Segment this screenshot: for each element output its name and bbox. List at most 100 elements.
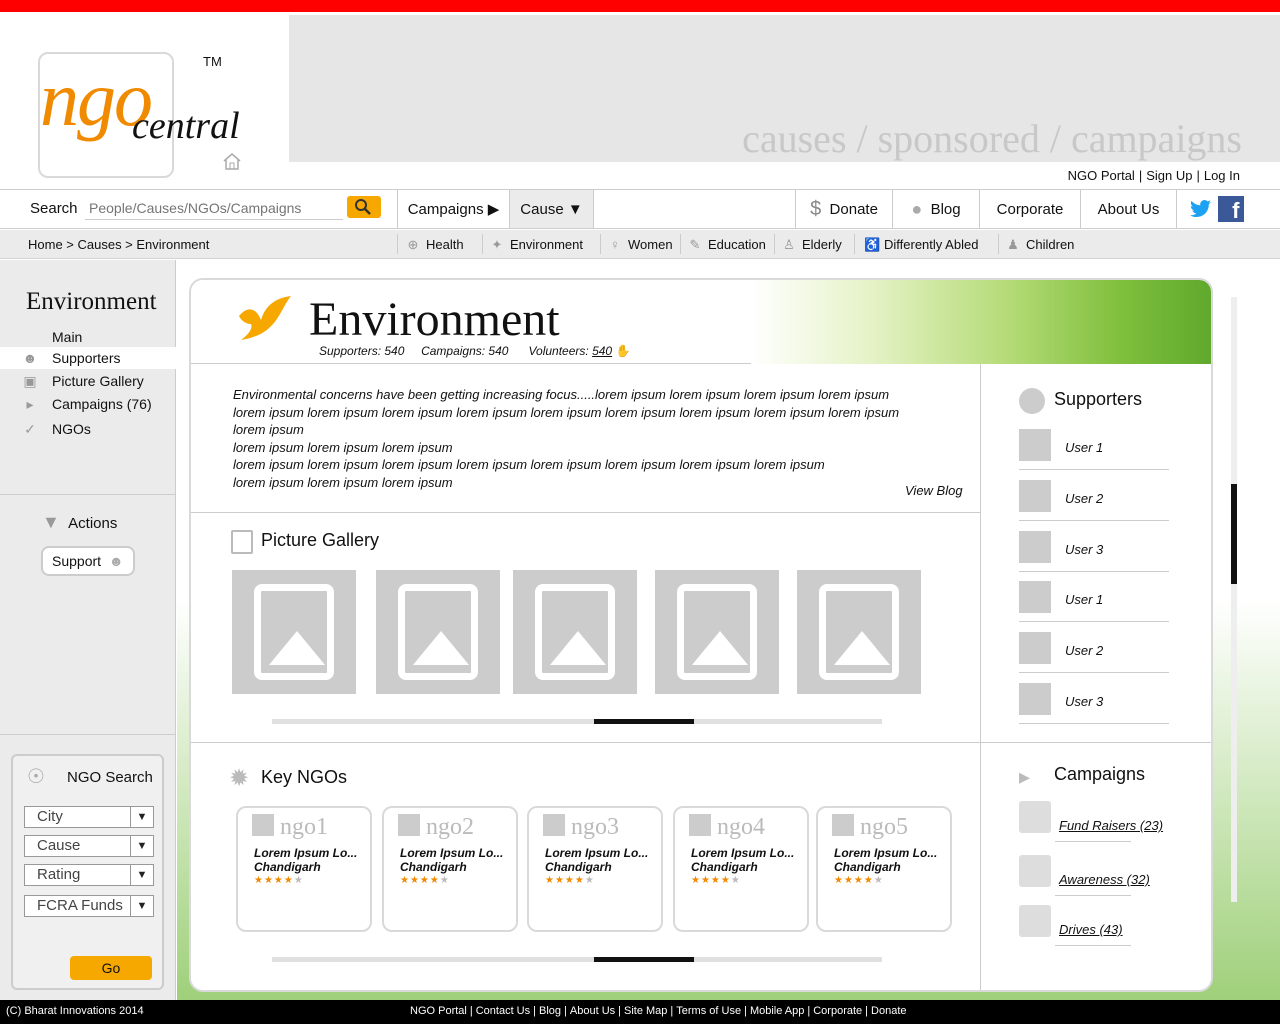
ngo-desc: Lorem Ipsum Lo...	[691, 846, 795, 860]
gallery-thumbnail[interactable]	[513, 570, 637, 694]
category-label: Elderly	[802, 237, 842, 252]
search-input[interactable]	[85, 196, 343, 220]
category-label: Health	[426, 237, 464, 252]
ngo-city: Chandigarh	[691, 860, 758, 874]
cause-dropdown[interactable]: Cause	[24, 835, 154, 857]
ngo-card[interactable]: ngo3 Lorem Ipsum Lo... Chandigarh ★★★★★	[527, 806, 663, 932]
view-blog-link[interactable]: View Blog	[905, 483, 963, 498]
support-label: Support	[52, 553, 102, 569]
footer-link[interactable]: Blog	[536, 1005, 564, 1017]
gallery-thumbnail[interactable]	[232, 570, 356, 694]
nav-blog-label: Blog	[930, 200, 961, 218]
ngo-scroll-thumb[interactable]	[594, 957, 694, 962]
supporter-item[interactable]: User 1	[1019, 420, 1169, 470]
nav-about[interactable]: About Us	[1080, 190, 1176, 228]
piggy-bank-icon	[1019, 801, 1051, 833]
footer-link[interactable]: Terms of Use	[673, 1005, 744, 1017]
gallery-scroll-thumb[interactable]	[594, 719, 694, 724]
category-education[interactable]: ✎ Education	[688, 230, 766, 259]
ngo-scrollbar[interactable]	[272, 957, 882, 962]
rating-dropdown[interactable]: Rating	[24, 864, 154, 886]
gallery-thumbnail[interactable]	[655, 570, 779, 694]
gallery-thumbnail[interactable]	[376, 570, 500, 694]
avatar	[1019, 683, 1051, 715]
category-differently-abled[interactable]: ♿ Differently Abled	[864, 230, 978, 259]
sidebar-item-campaigns[interactable]: ▸ Campaigns (76)	[0, 393, 176, 415]
twitter-icon[interactable]	[1189, 199, 1212, 219]
ngo-card-header: ngo2	[398, 814, 474, 841]
description-line: lorem ipsum lorem ipsum lorem ipsum lore…	[233, 457, 825, 472]
gallery-scrollbar[interactable]	[272, 719, 882, 724]
supporter-item[interactable]: User 3	[1019, 674, 1169, 724]
nav-corporate[interactable]: Corporate	[979, 190, 1080, 228]
campaign-link[interactable]: Drives (43)	[1059, 922, 1123, 937]
home-icon[interactable]	[222, 152, 242, 170]
pencil-icon: ✎	[689, 236, 701, 252]
footer-link[interactable]: Corporate	[810, 1005, 865, 1017]
supporter-name: User 3	[1065, 694, 1104, 709]
image-placeholder-icon	[677, 584, 757, 680]
ngo-portal-link[interactable]: NGO Portal	[1064, 168, 1139, 183]
breadcrumb[interactable]: Home > Causes > Environment	[28, 237, 209, 252]
bird-icon	[239, 296, 291, 340]
city-dropdown[interactable]: City	[24, 806, 154, 828]
ngo-city: Chandigarh	[834, 860, 901, 874]
ngo-card[interactable]: ngo1 Lorem Ipsum Lo... Chandigarh ★★★★★	[236, 806, 372, 932]
gallery-thumbnail[interactable]	[797, 570, 921, 694]
page-scroll-thumb[interactable]	[1231, 484, 1237, 584]
actions-toggle[interactable]: ▼ Actions	[42, 512, 117, 533]
support-button[interactable]: Support ☻	[41, 546, 135, 576]
ngo-card-header: ngo4	[689, 814, 765, 841]
category-elderly[interactable]: ♙ Elderly	[782, 230, 842, 259]
footer-link[interactable]: Mobile App	[747, 1005, 807, 1017]
supporter-item[interactable]: User 3	[1019, 522, 1169, 572]
footer-link[interactable]: Contact Us	[473, 1005, 533, 1017]
category-children[interactable]: ♟ Children	[1006, 230, 1074, 259]
volunteers-count[interactable]: 540	[592, 344, 612, 358]
sign-up-link[interactable]: Sign Up	[1142, 168, 1196, 183]
sidebar-item-main[interactable]: Main	[0, 326, 176, 348]
ngo-card[interactable]: ngo2 Lorem Ipsum Lo... Chandigarh ★★★★★	[382, 806, 518, 932]
hero: Environment Supporters: 540 Campaigns: 5…	[191, 280, 1211, 364]
ngo-card[interactable]: ngo5 Lorem Ipsum Lo... Chandigarh ★★★★★	[816, 806, 952, 932]
search-icon	[355, 199, 371, 215]
category-women[interactable]: ♀ Women	[608, 230, 672, 259]
supporter-item[interactable]: User 2	[1019, 471, 1169, 521]
search-button[interactable]	[347, 196, 381, 218]
footer-link[interactable]: Donate	[868, 1005, 909, 1017]
picture-icon: ▣	[23, 373, 37, 389]
footer-link[interactable]: Site Map	[621, 1005, 670, 1017]
sidebar-item-ngos[interactable]: ✓ NGOs	[0, 418, 176, 440]
sidebar-item-supporters[interactable]: ☻ Supporters	[0, 347, 176, 369]
nav-divider	[593, 190, 594, 228]
facebook-icon[interactable]: f	[1217, 196, 1244, 223]
campaign-link[interactable]: Fund Raisers (23)	[1059, 818, 1163, 833]
nav-cause[interactable]: Cause ▼	[509, 190, 593, 228]
nav-donate[interactable]: $ Donate	[795, 190, 892, 228]
campaign-link[interactable]: Awareness (32)	[1059, 872, 1150, 887]
nav-cause-label: Cause	[520, 200, 564, 218]
footer-link[interactable]: NGO Portal	[407, 1005, 470, 1017]
ngo-card[interactable]: ngo4 Lorem Ipsum Lo... Chandigarh ★★★★★	[673, 806, 809, 932]
log-in-link[interactable]: Log In	[1200, 168, 1244, 183]
page-scrollbar[interactable]	[1231, 297, 1237, 902]
puzzle-icon	[398, 814, 420, 836]
avatar	[1019, 581, 1051, 613]
nav-blog[interactable]: ● Blog	[892, 190, 979, 228]
sidebar-item-label: Main	[52, 329, 83, 345]
supporter-item[interactable]: User 1	[1019, 572, 1169, 622]
fcra-funds-dropdown[interactable]: FCRA Funds	[24, 895, 154, 917]
category-health[interactable]: ⊕ Health	[406, 230, 464, 259]
footer-link[interactable]: About Us	[567, 1005, 618, 1017]
supporter-item[interactable]: User 2	[1019, 623, 1169, 673]
category-environment[interactable]: ✦ Environment	[490, 230, 583, 259]
logo[interactable]: ngo central TM	[0, 12, 289, 188]
nav-campaigns[interactable]: Campaigns ▶	[397, 190, 509, 228]
go-button[interactable]: Go	[70, 956, 152, 980]
top-links: NGO Portal | Sign Up | Log In	[1064, 168, 1244, 183]
sidebar-item-picture-gallery[interactable]: ▣ Picture Gallery	[0, 370, 176, 392]
divider	[0, 734, 176, 735]
sidebar-item-label: Picture Gallery	[52, 373, 144, 389]
puzzle-icon	[832, 814, 854, 836]
image-placeholder-icon	[819, 584, 899, 680]
